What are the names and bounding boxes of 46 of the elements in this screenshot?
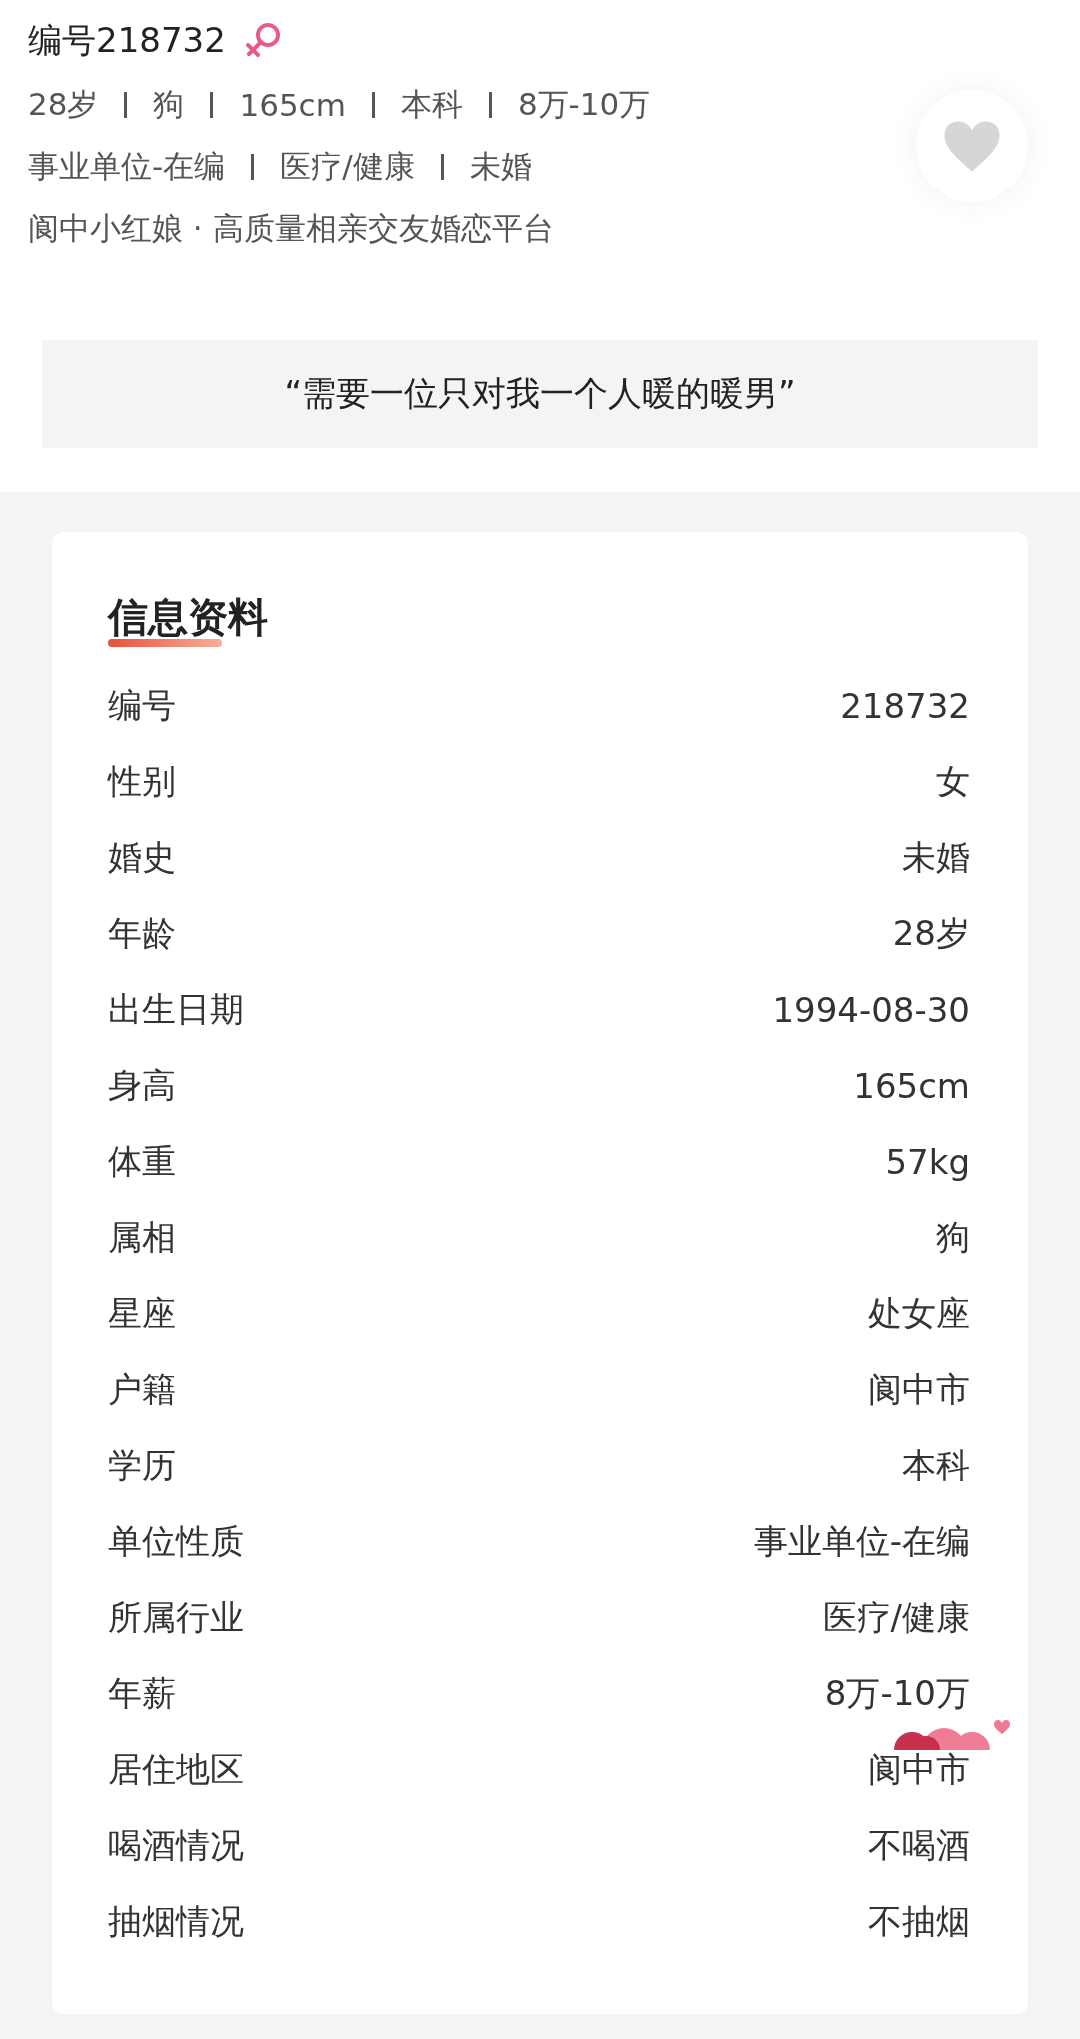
field-label: 婚史	[108, 836, 176, 879]
field-value: 不喝酒	[868, 1824, 970, 1867]
field-value: 1994-08-30	[772, 990, 970, 1030]
field-value: 不抽烟	[868, 1900, 970, 1943]
profile-tag: 8万-10万	[517, 84, 651, 126]
field-value: 阆中市	[868, 1748, 970, 1791]
field-value: 218732	[840, 686, 970, 726]
field-value: 57kg	[885, 1142, 970, 1182]
field-value: 事业单位-在编	[753, 1520, 970, 1563]
field-value: 狗	[936, 1216, 970, 1259]
field-value: 阆中市	[868, 1368, 970, 1411]
profile-tag: 28岁	[28, 84, 99, 126]
field-value: 女	[936, 760, 970, 803]
platform-slogan: 阆中小红娘 · 高质量相亲交友婚恋平台	[28, 209, 555, 248]
field-label: 单位性质	[108, 1520, 244, 1563]
section-heading: 信息资料	[108, 596, 268, 638]
field-label: 性别	[108, 760, 176, 803]
field-value: 本科	[902, 1444, 970, 1487]
field-label: 年薪	[108, 1672, 176, 1715]
profile-tag: 事业单位-在编	[28, 146, 226, 188]
profile-tag: 医疗/健康	[280, 146, 415, 188]
field-label: 学历	[108, 1444, 176, 1487]
profile-tag: 本科	[400, 84, 463, 126]
field-label: 编号	[108, 684, 176, 727]
field-value: 医疗/健康	[822, 1596, 970, 1639]
field-label: 星座	[108, 1292, 176, 1335]
field-value: 28岁	[892, 912, 970, 955]
field-value: 未婚	[902, 836, 970, 879]
field-label: 出生日期	[108, 988, 244, 1031]
field-label: 身高	[108, 1064, 176, 1107]
field-label: 属相	[108, 1216, 176, 1259]
profile-tag: 狗	[153, 84, 185, 126]
motto-banner: “需要一位只对我一个人暖的暖男”	[42, 340, 1038, 448]
profile-tag: 165cm	[239, 87, 346, 123]
field-value: 165cm	[853, 1066, 970, 1106]
field-label: 所属行业	[108, 1596, 244, 1639]
field-value: 8万-10万	[824, 1672, 970, 1715]
field-label: 年龄	[108, 912, 176, 955]
field-label: 抽烟情况	[108, 1900, 244, 1943]
profile-id-title: 编号218732	[28, 19, 226, 62]
field-label: 居住地区	[108, 1748, 244, 1791]
field-label: 喝酒情况	[108, 1824, 244, 1867]
field-label: 体重	[108, 1140, 176, 1183]
field-value: 处女座	[868, 1292, 970, 1335]
field-label: 户籍	[108, 1368, 176, 1411]
profile-tag: 未婚	[469, 146, 532, 188]
